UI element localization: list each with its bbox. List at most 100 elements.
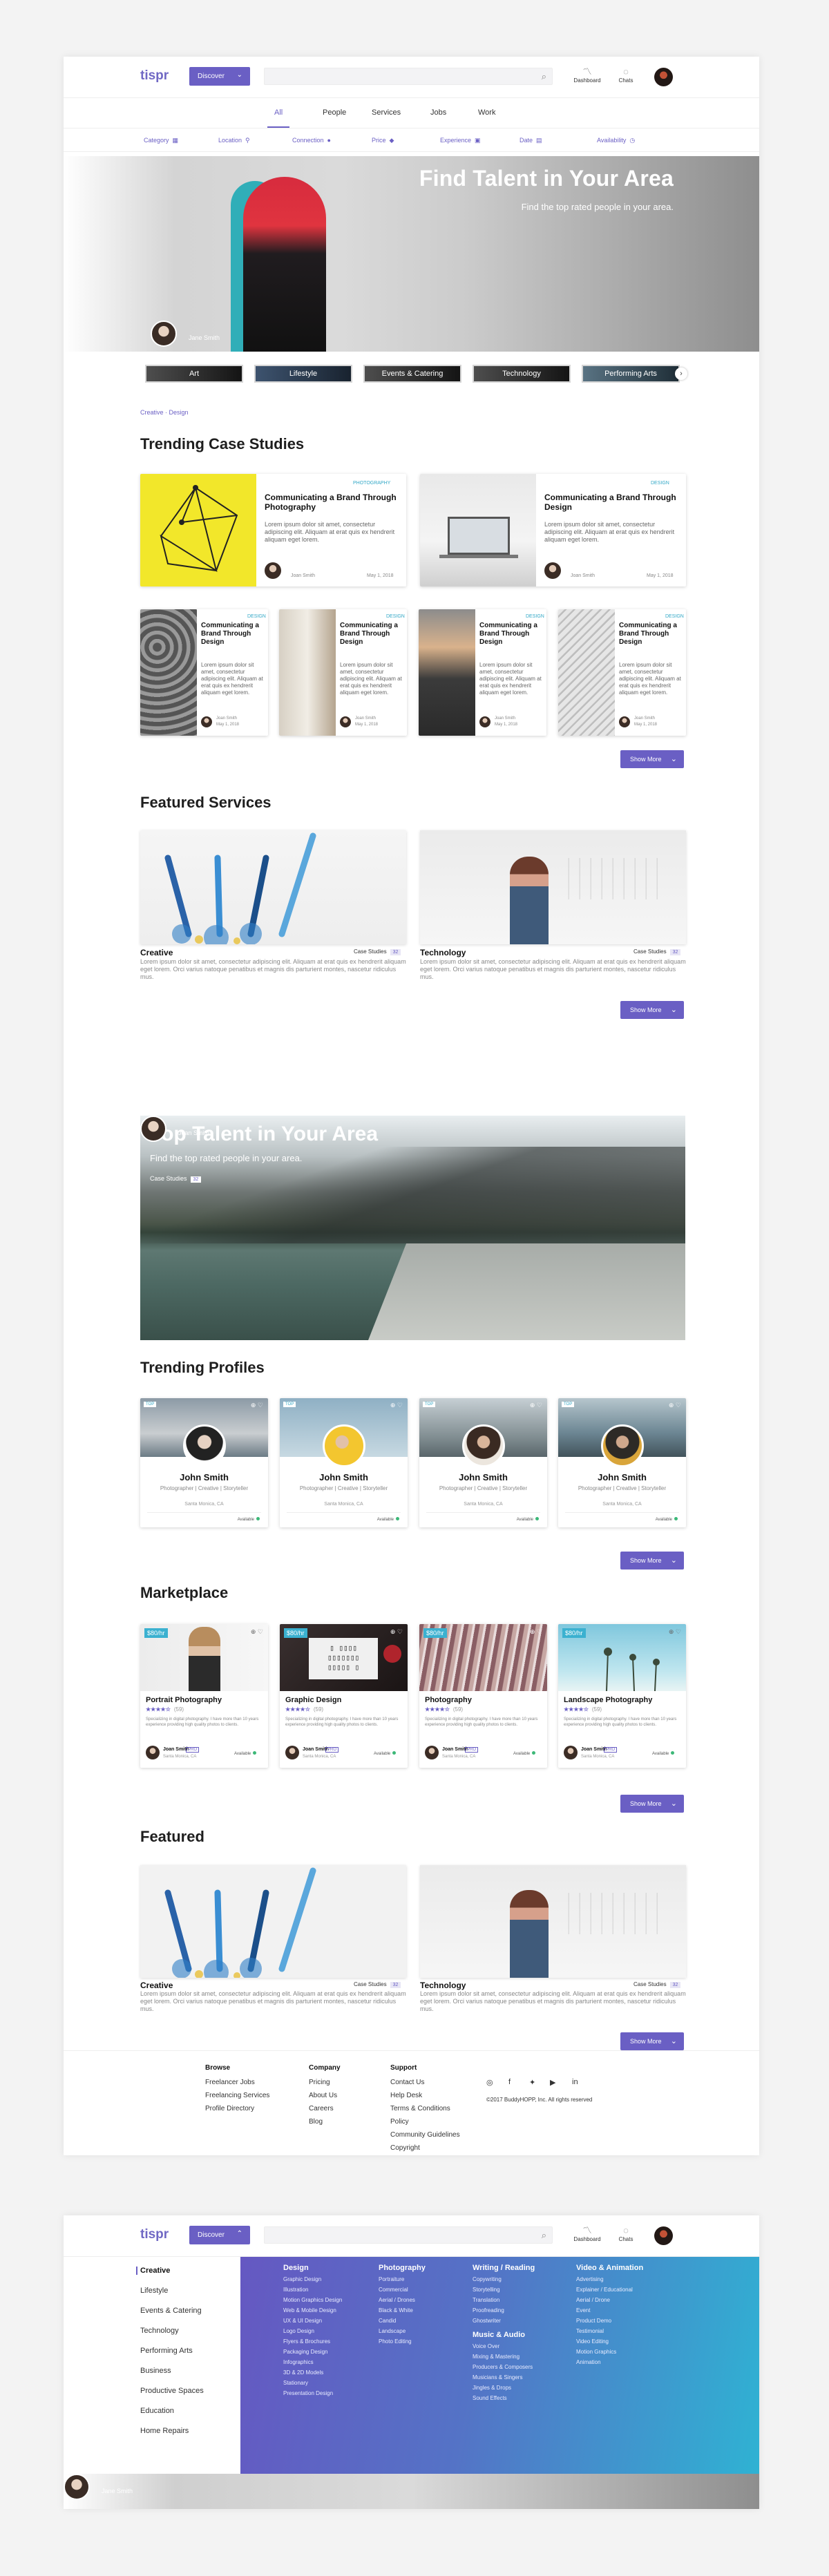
footer-link[interactable]: Terms & Conditions [390, 2105, 460, 2112]
heart-icon[interactable]: ♡ [537, 1402, 542, 1409]
breadcrumb[interactable]: Creative · Design [140, 409, 189, 416]
show-more-button[interactable]: Show More ⌄ [620, 1795, 684, 1813]
subcategory-link[interactable]: Copywriting [473, 2276, 535, 2282]
share-icon[interactable]: ⊕ [251, 1402, 256, 1409]
subcategory-link[interactable]: Jingles & Drops [473, 2385, 535, 2391]
share-icon[interactable]: ⊕ [530, 1402, 535, 1409]
subcategory-heading[interactable]: Photography [379, 2264, 426, 2272]
menu-item-lifestyle[interactable]: Lifestyle [140, 2287, 168, 2295]
category-events[interactable]: Events & Catering [363, 365, 461, 383]
footer-link[interactable]: About Us [309, 2092, 341, 2099]
subcategory-heading[interactable]: Writing / Reading [473, 2264, 535, 2272]
subcategory-link[interactable]: Explainer / Educational [576, 2287, 643, 2293]
tispr-logo[interactable]: tispr [140, 68, 169, 84]
dashboard-button[interactable]: 〽 Dashboard [572, 66, 602, 84]
tab-all[interactable]: All [267, 108, 290, 128]
filter-experience[interactable]: Experience ▣ [440, 137, 481, 144]
subcategory-link[interactable]: Black & White [379, 2307, 426, 2313]
subcategory-link[interactable]: Sound Effects [473, 2395, 535, 2401]
subcategory-link[interactable]: Commercial [379, 2287, 426, 2293]
subcategory-link[interactable]: Aerial / Drone [576, 2297, 643, 2303]
card-actions[interactable]: ⊕ ♡ [530, 1628, 542, 1636]
profile-card[interactable]: TOP ⊕ ♡ John Smith Photographer | Creati… [140, 1398, 268, 1527]
case-study-card[interactable]: DESIGN Communicating a Brand Through Des… [140, 609, 268, 736]
subcategory-link[interactable]: Product Demo [576, 2318, 643, 2324]
footer-link[interactable]: Profile Directory [205, 2105, 269, 2112]
footer-link[interactable]: Pricing [309, 2079, 341, 2086]
featured-image-creative[interactable] [140, 1865, 406, 1978]
category-performing-arts[interactable]: Performing Arts [582, 365, 680, 383]
youtube-icon[interactable]: ▶ [550, 2078, 555, 2087]
menu-item-home-repairs[interactable]: Home Repairs [140, 2427, 189, 2435]
card-actions[interactable]: ⊕ ♡ [251, 1402, 263, 1409]
subcategory-link[interactable]: Packaging Design [283, 2349, 342, 2355]
dashboard-button[interactable]: 〽 Dashboard [572, 2225, 602, 2242]
subcategory-link[interactable]: Event [576, 2307, 643, 2313]
subcategory-link[interactable]: Video Editing [576, 2338, 643, 2345]
chats-button[interactable]: ◌ Chats [611, 66, 641, 84]
category-lifestyle[interactable]: Lifestyle [254, 365, 352, 383]
chats-button[interactable]: ◌ Chats [611, 2225, 641, 2242]
case-study-card[interactable]: DESIGN Communicating a Brand Through Des… [420, 474, 686, 586]
footer-link[interactable]: Blog [309, 2118, 341, 2126]
subcategory-link[interactable]: Presentation Design [283, 2390, 342, 2396]
top-talent-banner[interactable]: Top Talent in Your Area Find the top rat… [140, 1116, 685, 1340]
subcategory-link[interactable]: Logo Design [283, 2328, 342, 2334]
subcategory-link[interactable]: Candid [379, 2318, 426, 2324]
footer-link[interactable]: Copyright [390, 2144, 460, 2152]
featured-name[interactable]: Creative [140, 1981, 173, 1990]
featured-name[interactable]: Technology [420, 1981, 466, 1990]
heart-icon[interactable]: ♡ [258, 1628, 263, 1635]
menu-item-technology[interactable]: Technology [140, 2327, 179, 2335]
subcategory-link[interactable]: Infographics [283, 2359, 342, 2365]
footer-link[interactable]: Careers [309, 2105, 341, 2112]
discover-button[interactable]: Discover ⌄ [189, 67, 250, 86]
avatar[interactable] [654, 2226, 673, 2245]
subcategory-link[interactable]: Stationary [283, 2380, 342, 2386]
filter-location[interactable]: Location ⚲ [218, 137, 250, 144]
card-actions[interactable]: ⊕ ♡ [669, 1402, 681, 1409]
card-actions[interactable]: ⊕ ♡ [669, 1628, 681, 1636]
subcategory-link[interactable]: Motion Graphics Design [283, 2297, 342, 2303]
case-study-card[interactable]: PHOTOGRAPHY Communicating a Brand Throug… [140, 474, 406, 586]
subcategory-link[interactable]: Illustration [283, 2287, 342, 2293]
subcategory-link[interactable]: Proofreading [473, 2307, 535, 2313]
share-icon[interactable]: ⊕ [251, 1628, 256, 1635]
heart-icon[interactable]: ♡ [397, 1402, 403, 1409]
menu-item-performing-arts[interactable]: Performing Arts [140, 2347, 193, 2355]
heart-icon[interactable]: ♡ [258, 1402, 263, 1409]
service-case-studies[interactable]: Case Studies 32 [354, 948, 401, 955]
tab-services[interactable]: Services [372, 108, 401, 117]
subcategory-link[interactable]: Portraiture [379, 2276, 426, 2282]
card-actions[interactable]: ⊕ ♡ [390, 1402, 403, 1409]
footer-link[interactable]: Help Desk [390, 2092, 460, 2099]
featured-case-studies[interactable]: Case Studies 32 [633, 1981, 681, 1988]
subcategory-link[interactable]: Voice Over [473, 2343, 535, 2349]
subcategory-link[interactable]: Web & Mobile Design [283, 2307, 342, 2313]
share-icon[interactable]: ⊕ [390, 1628, 396, 1635]
category-technology[interactable]: Technology [473, 365, 571, 383]
marketplace-card[interactable]: $80/hr ⊕ ♡ Photography ★★★★☆ (59) Special… [419, 1624, 547, 1768]
service-case-studies[interactable]: Case Studies 32 [633, 948, 681, 955]
service-name[interactable]: Technology [420, 948, 466, 957]
profile-card[interactable]: TOP ⊕ ♡ John Smith Photographer | Creati… [280, 1398, 408, 1527]
subcategory-link[interactable]: Producers & Composers [473, 2364, 535, 2370]
subcategory-heading[interactable]: Music & Audio [473, 2331, 535, 2339]
tispr-logo[interactable]: tispr [140, 2227, 169, 2242]
service-image-creative[interactable] [140, 830, 406, 944]
share-icon[interactable]: ⊕ [669, 1628, 674, 1635]
show-more-button[interactable]: Show More ⌄ [620, 1552, 684, 1570]
footer-link[interactable]: Contact Us [390, 2079, 460, 2086]
subcategory-link[interactable]: Testimonial [576, 2328, 643, 2334]
card-actions[interactable]: ⊕ ♡ [530, 1402, 542, 1409]
subcategory-link[interactable]: Translation [473, 2297, 535, 2303]
menu-item-productive-spaces[interactable]: Productive Spaces [140, 2387, 204, 2395]
service-image-technology[interactable] [420, 830, 686, 944]
service-name[interactable]: Creative [140, 948, 173, 957]
show-more-button[interactable]: Show More ⌄ [620, 1001, 684, 1019]
menu-item-creative[interactable]: Creative [135, 2267, 170, 2275]
subcategory-link[interactable]: Aerial / Drones [379, 2297, 426, 2303]
card-actions[interactable]: ⊕ ♡ [251, 1628, 263, 1636]
instagram-icon[interactable]: ◎ [486, 2078, 493, 2087]
search-input[interactable]: ⌕ [264, 68, 553, 85]
